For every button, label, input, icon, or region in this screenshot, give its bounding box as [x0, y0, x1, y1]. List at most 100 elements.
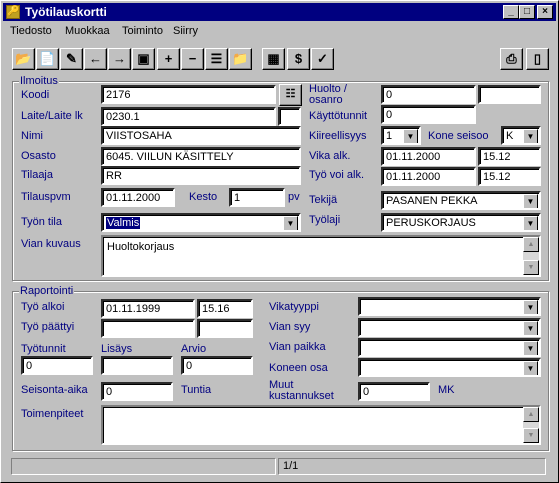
- app-icon: 🔑: [6, 5, 20, 19]
- kone-value: K: [506, 130, 514, 142]
- kuvaus-text: Huoltokorjaus: [107, 241, 175, 253]
- kesto-field[interactable]: 1: [229, 188, 285, 207]
- tilauspvm-field[interactable]: 01.11.2000: [101, 188, 175, 207]
- scroll-up-icon[interactable]: ▲: [523, 407, 539, 422]
- tyovoi-pvm-field[interactable]: 01.11.2000: [381, 167, 476, 186]
- toimenpiteet-label: Toimenpiteet: [21, 408, 84, 420]
- tila-select[interactable]: Valmis ▼: [101, 213, 301, 232]
- tuntia-label: Tuntia: [181, 384, 212, 396]
- vikatyyppi-select[interactable]: ▼: [358, 297, 541, 316]
- calendar-icon[interactable]: ▦: [262, 48, 285, 70]
- back-icon[interactable]: ←: [84, 48, 107, 70]
- tilaaja-field[interactable]: RR: [101, 166, 301, 185]
- muut-field[interactable]: 0: [358, 382, 430, 401]
- kiireellisyys-select[interactable]: 1 ▼: [381, 126, 421, 145]
- chevron-down-icon[interactable]: ▼: [523, 361, 538, 375]
- chevron-down-icon[interactable]: ▼: [523, 341, 538, 355]
- chevron-down-icon[interactable]: ▼: [283, 216, 298, 230]
- arvio-field[interactable]: 0: [181, 356, 253, 375]
- lookup-icon[interactable]: ☷: [279, 84, 302, 106]
- paattyi-klo-field[interactable]: [197, 319, 253, 338]
- chevron-down-icon[interactable]: ▼: [523, 321, 538, 335]
- maximize-button[interactable]: □: [519, 5, 535, 19]
- menu-muokkaa[interactable]: Muokkaa: [65, 25, 110, 37]
- menu-bar: Tiedosto Muokkaa Toiminto Siirry: [3, 22, 556, 40]
- chevron-down-icon[interactable]: ▼: [523, 129, 538, 143]
- scroll-down-icon[interactable]: ▼: [523, 260, 539, 275]
- kayttotunnit-field[interactable]: 0: [381, 105, 476, 124]
- vika-klo-field[interactable]: 15.12: [478, 147, 541, 166]
- nimi-label: Nimi: [21, 130, 43, 142]
- mk-label: MK: [438, 384, 455, 396]
- laite-lk-field[interactable]: [278, 107, 301, 126]
- huolto-label: Huolto / osanro: [309, 83, 347, 106]
- vian-paikka-label: Vian paikka: [269, 341, 326, 353]
- save-icon[interactable]: ▣: [132, 48, 155, 70]
- osasto-field[interactable]: 6045. VIILUN KÄSITTELY: [101, 147, 301, 166]
- chevron-down-icon[interactable]: ▼: [523, 216, 538, 230]
- check-icon[interactable]: ✓: [311, 48, 334, 70]
- scroll-up-icon[interactable]: ▲: [523, 237, 539, 252]
- print-icon[interactable]: ⎙: [500, 48, 523, 70]
- tyotunnit-field[interactable]: 0: [21, 356, 93, 375]
- open-icon[interactable]: 📂: [12, 48, 35, 70]
- huolto2-field[interactable]: [478, 85, 541, 104]
- paattyi-pvm-field[interactable]: [101, 319, 195, 338]
- lisays-label: Lisäys: [101, 343, 133, 355]
- kuvaus-field[interactable]: Huoltokorjaus ▲ ▼: [101, 235, 541, 277]
- dollar-icon[interactable]: $: [287, 48, 310, 70]
- remove-icon[interactable]: −: [181, 48, 204, 70]
- chevron-down-icon[interactable]: ▼: [523, 194, 538, 208]
- koodi-field[interactable]: 2176: [101, 85, 276, 104]
- tila-value: Valmis: [106, 217, 141, 229]
- status-left: [11, 458, 276, 475]
- tyolaji-label: Työlaji: [309, 214, 341, 226]
- ilmoitus-title: Ilmoitus: [19, 75, 59, 87]
- chevron-down-icon[interactable]: ▼: [403, 129, 418, 143]
- exit-icon[interactable]: ▯: [526, 48, 549, 70]
- kiireellisyys-value: 1: [386, 130, 393, 142]
- tila-label: Työn tila: [21, 216, 62, 228]
- koneen-osa-select[interactable]: ▼: [358, 358, 541, 377]
- kone-label: Kone seisoo: [428, 130, 489, 142]
- new-icon[interactable]: 📄: [36, 48, 59, 70]
- vian-syy-select[interactable]: ▼: [358, 318, 541, 337]
- folder-icon[interactable]: 📁: [229, 48, 252, 70]
- alkoi-klo-field[interactable]: 15.16: [197, 299, 253, 318]
- window-title: Työtilauskortti: [25, 5, 107, 19]
- nimi-field[interactable]: VIISTOSAHA: [101, 126, 301, 145]
- tilauspvm-label: Tilauspvm: [21, 191, 71, 203]
- arvio-label: Arvio: [181, 343, 207, 355]
- tyovoi-klo-field[interactable]: 15.12: [478, 167, 541, 186]
- koneen-osa-label: Koneen osa: [269, 362, 328, 374]
- kuvaus-scrollbar[interactable]: ▲ ▼: [523, 237, 539, 275]
- tyolaji-select[interactable]: PERUSKORJAUS ▼: [381, 213, 541, 232]
- menu-toiminto[interactable]: Toiminto: [122, 25, 163, 37]
- chevron-down-icon[interactable]: ▼: [523, 300, 538, 314]
- kone-select[interactable]: K ▼: [501, 126, 541, 145]
- seisonta-field[interactable]: 0: [101, 382, 173, 401]
- menu-tiedosto[interactable]: Tiedosto: [10, 25, 52, 37]
- kuvaus-label: Vian kuvaus: [21, 238, 81, 250]
- forward-icon[interactable]: →: [108, 48, 131, 70]
- scroll-down-icon[interactable]: ▼: [523, 428, 539, 443]
- kesto-unit: pv: [288, 191, 300, 203]
- toimenpiteet-scrollbar[interactable]: ▲ ▼: [523, 407, 539, 443]
- tekija-select[interactable]: PASANEN PEKKA ▼: [381, 191, 541, 210]
- huolto-field[interactable]: 0: [381, 85, 476, 104]
- alkoi-label: Työ alkoi: [21, 301, 65, 313]
- minimize-button[interactable]: _: [503, 5, 519, 19]
- close-button[interactable]: ×: [537, 5, 553, 19]
- alkoi-pvm-field[interactable]: 01.11.1999: [101, 299, 195, 318]
- add-icon[interactable]: +: [157, 48, 180, 70]
- lisays-field[interactable]: [101, 356, 173, 375]
- list-icon[interactable]: ☰: [205, 48, 228, 70]
- vian-paikka-select[interactable]: ▼: [358, 338, 541, 357]
- edit-icon[interactable]: ✎: [60, 48, 83, 70]
- laite-field[interactable]: 0230.1: [101, 107, 276, 126]
- main-window: 🔑 Työtilauskortti _ □ × Tiedosto Muokkaa…: [0, 0, 559, 483]
- toimenpiteet-field[interactable]: ▲ ▼: [101, 405, 541, 445]
- muut-label: Muut kustannukset: [269, 379, 334, 402]
- vika-pvm-field[interactable]: 01.11.2000: [381, 147, 476, 166]
- menu-siirry[interactable]: Siirry: [173, 25, 198, 37]
